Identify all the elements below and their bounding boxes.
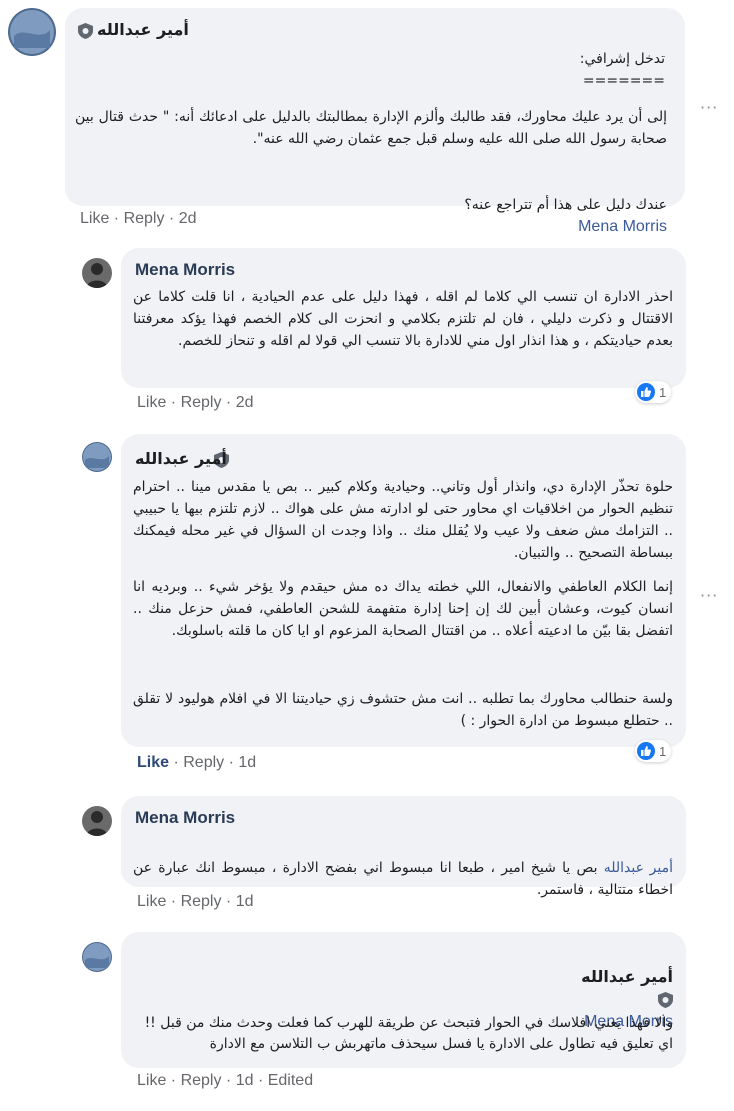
- comment-timestamp[interactable]: 2d: [179, 210, 197, 227]
- like-button[interactable]: Like: [137, 893, 166, 910]
- comment-timestamp[interactable]: 1d: [236, 1072, 254, 1089]
- reply-button[interactable]: Reply: [181, 394, 222, 411]
- reply-button[interactable]: Reply: [181, 893, 222, 910]
- comment-actions: Like · Reply · 2d: [80, 210, 197, 227]
- reply-button[interactable]: Reply: [183, 754, 224, 771]
- comment-actions: Like · Reply · 1d · Edited: [137, 1072, 314, 1089]
- comment-actions: Like · Reply · 1d: [137, 893, 254, 910]
- comment-paragraph: والا فهذا يعني افلاسك في الحوار فتبحث عن…: [144, 1015, 673, 1031]
- comment-author[interactable]: أمير عبدالله: [97, 20, 189, 39]
- more-options-icon[interactable]: ···: [700, 98, 718, 117]
- comment-timestamp[interactable]: 1d: [238, 754, 256, 771]
- avatar[interactable]: [8, 8, 56, 56]
- comment-text: أمير عبدالله بص يا شيخ امير ، طبعا انا م…: [133, 834, 673, 901]
- comment-author[interactable]: Mena Morris: [135, 260, 235, 280]
- comment-paragraph: ولسة حنطالب محاورك بما تطلبه .. انت مش ح…: [133, 691, 673, 729]
- comment-paragraph: إنما الكلام العاطفي والانفعال، اللي خطته…: [133, 579, 673, 639]
- like-reaction-icon: [637, 383, 655, 401]
- comment-author[interactable]: أمير عبدالله: [135, 449, 227, 468]
- comment-author[interactable]: أمير عبدالله: [581, 967, 673, 986]
- comment-paragraph: إلى أن يرد عليك محاورك، فقد طالبك وألزم …: [75, 109, 667, 147]
- comment-paragraph: عندك دليل على هذا أم تتراجع عنه؟ Mena Mo…: [75, 172, 667, 238]
- avatar[interactable]: [82, 806, 112, 836]
- comment-tag-prefix: عندك دليل على هذا أم تتراجع عنه؟: [464, 197, 667, 213]
- like-button[interactable]: Like: [80, 210, 109, 227]
- reply-button[interactable]: Reply: [181, 1072, 222, 1089]
- moderator-shield-icon: [658, 992, 673, 1008]
- comment-text: احذر الادارة ان تنسب الي كلاما لم اقله ،…: [133, 289, 673, 349]
- reply-button[interactable]: Reply: [124, 210, 165, 227]
- like-button[interactable]: Like: [137, 1072, 166, 1089]
- comment-paragraph: حلوة تحذّر الإدارة دي، وانذار أول وتاني.…: [133, 479, 673, 561]
- reactions-count[interactable]: 1: [635, 381, 672, 403]
- comment-body: اي تعليق فيه تطاول على الادارة يا فسل سي…: [209, 1036, 673, 1052]
- mention-link[interactable]: Mena Morris: [578, 218, 667, 235]
- avatar[interactable]: [82, 942, 112, 972]
- more-options-icon[interactable]: ···: [700, 586, 718, 605]
- comment-paragraph: تدخل إشرافي: =======: [579, 51, 665, 89]
- reactions-count[interactable]: 1: [635, 740, 672, 762]
- moderator-shield-icon: [78, 23, 93, 39]
- comment-actions: Like · Reply · 2d: [137, 394, 254, 411]
- edited-label[interactable]: Edited: [268, 1072, 313, 1089]
- like-button[interactable]: Like: [137, 394, 166, 411]
- comment-actions: Like · Reply · 1d: [137, 754, 257, 771]
- comment-author[interactable]: Mena Morris: [135, 808, 235, 828]
- avatar[interactable]: [82, 258, 112, 288]
- comment-header: أمير عبدالله Mena Morris اي تعليق فيه تط…: [133, 944, 673, 1055]
- avatar[interactable]: [82, 442, 112, 472]
- like-reaction-icon: [637, 742, 655, 760]
- like-button[interactable]: Like: [137, 754, 169, 771]
- mention-link[interactable]: أمير عبدالله: [604, 859, 673, 875]
- comment-timestamp[interactable]: 2d: [236, 394, 254, 411]
- comment-timestamp[interactable]: 1d: [236, 893, 254, 910]
